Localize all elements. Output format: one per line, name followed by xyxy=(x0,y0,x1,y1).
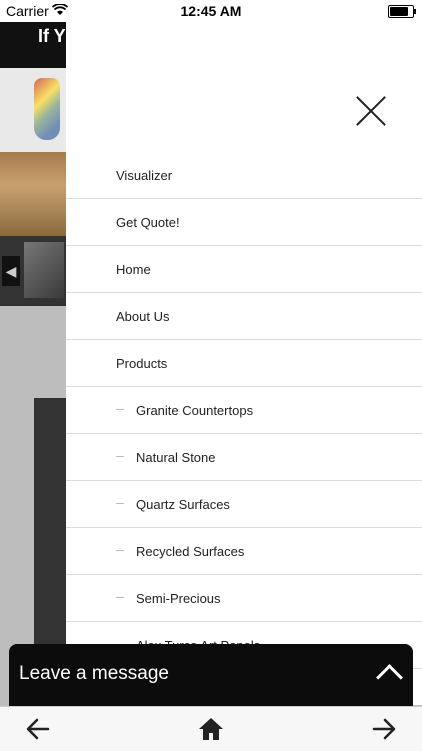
menu-item[interactable]: Semi-Precious xyxy=(66,575,422,622)
menu-item-label: Natural Stone xyxy=(136,450,216,465)
menu-list: Visualizer Get Quote! Home About Us Products… xyxy=(66,152,422,669)
left-arrow-icon: ◀ xyxy=(2,256,20,286)
menu-item-label: Quartz Surfaces xyxy=(136,497,230,512)
bottom-toolbar xyxy=(0,706,422,751)
menu-item[interactable]: Quartz Surfaces xyxy=(66,481,422,528)
background-logo xyxy=(0,68,66,152)
submenu-dash xyxy=(116,550,124,551)
leave-message-bar[interactable]: Leave a message xyxy=(9,644,413,706)
menu-item[interactable]: Visualizer xyxy=(66,152,422,199)
forward-arrow-icon[interactable] xyxy=(362,707,406,751)
submenu-dash xyxy=(116,456,124,457)
submenu-dash xyxy=(116,503,124,504)
menu-item-label: Recycled Surfaces xyxy=(136,544,245,559)
menu-item-label: Semi-Precious xyxy=(136,591,221,606)
navigation-drawer: Visualizer Get Quote! Home About Us Products… xyxy=(66,22,422,705)
clock: 12:45 AM xyxy=(180,3,242,19)
menu-item-label: Visualizer xyxy=(116,168,173,183)
menu-item-label: About Us xyxy=(116,309,170,324)
chevron-up-icon[interactable] xyxy=(376,664,403,691)
menu-item-label: Get Quote! xyxy=(116,215,180,230)
close-icon[interactable] xyxy=(354,94,388,128)
menu-item-label: Products xyxy=(116,356,168,371)
menu-item[interactable]: Home xyxy=(66,246,422,293)
crest-icon xyxy=(34,78,60,140)
submenu-dash xyxy=(116,409,124,410)
menu-item[interactable]: Recycled Surfaces xyxy=(66,528,422,575)
battery-icon xyxy=(388,5,416,18)
menu-item[interactable]: Get Quote! xyxy=(66,199,422,246)
thumbnail-image xyxy=(24,242,64,298)
menu-item-label: Granite Countertops xyxy=(136,403,254,418)
back-arrow-icon[interactable] xyxy=(16,707,60,751)
menu-item-label: Home xyxy=(116,262,151,277)
status-bar: Carrier 12:45 AM xyxy=(0,0,422,22)
background-thumbnail-strip: ◀ xyxy=(0,236,66,306)
leave-message-label: Leave a message xyxy=(19,663,169,684)
menu-item[interactable]: Granite Countertops xyxy=(66,387,422,434)
background-kitchen-image xyxy=(0,152,66,236)
menu-item[interactable]: Natural Stone xyxy=(66,434,422,481)
submenu-dash xyxy=(116,597,124,598)
menu-item[interactable]: About Us xyxy=(66,293,422,340)
home-icon[interactable] xyxy=(189,707,233,751)
background-header-text: If Y xyxy=(38,26,66,46)
menu-item[interactable]: Products xyxy=(66,340,422,387)
